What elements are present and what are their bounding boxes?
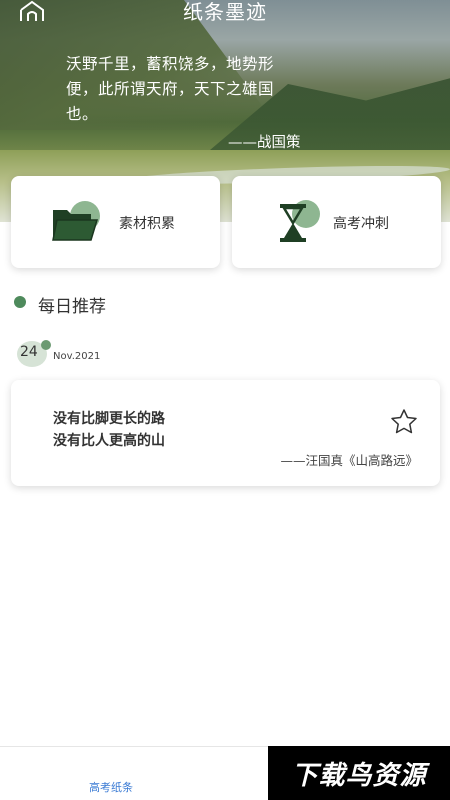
hourglass-icon <box>280 200 320 242</box>
hero-quote: 沃野千里，蓄积饶多，地势形便，此所谓天府，天下之雄国也。 <box>66 55 275 123</box>
recommendation-card[interactable]: 没有比脚更长的路 没有比人更高的山 ——汪国真《山高路远》 <box>11 380 440 486</box>
materials-label: 素材积累 <box>119 216 175 232</box>
exam-sprint-card[interactable]: 高考冲刺 <box>232 176 441 268</box>
section-marker-dot <box>14 296 26 308</box>
nav-tab-home[interactable]: 高考纸条 <box>89 779 133 795</box>
exam-sprint-label: 高考冲刺 <box>333 216 389 232</box>
app-title: 纸条墨迹 <box>183 0 267 24</box>
folder-icon <box>52 201 100 241</box>
star-icon[interactable] <box>390 408 418 434</box>
recommendation-line-2: 没有比人更高的山 <box>53 433 165 449</box>
recommendation-source: ——汪国真《山高路远》 <box>280 453 418 468</box>
materials-card[interactable]: 素材积累 <box>11 176 220 268</box>
date-month: Nov.2021 <box>53 351 101 362</box>
date-badge-dot <box>41 340 51 350</box>
hero-quote-source: ——战国策 <box>228 135 301 151</box>
recommendation-line-1: 没有比脚更长的路 <box>53 411 165 427</box>
watermark-logo: 下载鸟资源 <box>268 746 450 800</box>
date-day: 24 <box>20 344 38 360</box>
section-title: 每日推荐 <box>38 297 106 317</box>
